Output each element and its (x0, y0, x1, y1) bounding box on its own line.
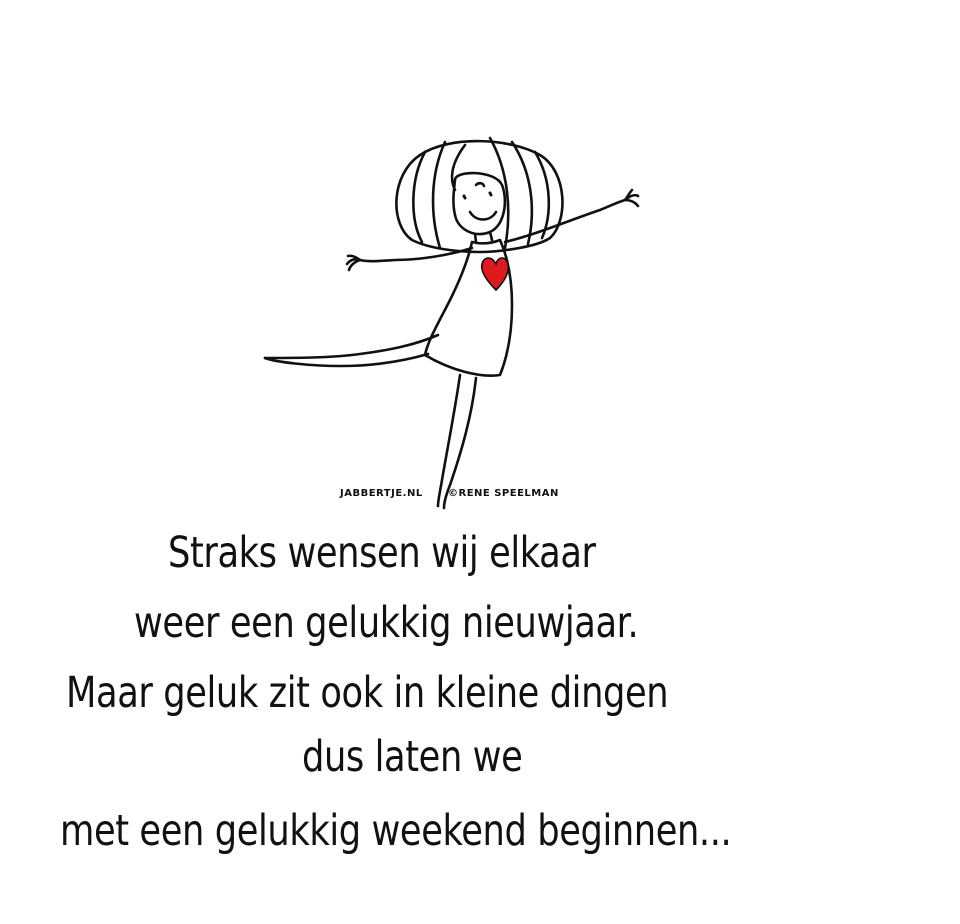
quote-line-3: Maar geluk zit ook in kleine dingen (66, 668, 669, 718)
heart-icon (480, 257, 510, 292)
dancing-girl-illustration (263, 136, 640, 510)
right-arm (503, 198, 627, 244)
site-credit: JABBERTJE.NL (340, 488, 423, 499)
quote-card: JABBERTJE.NL ©RENE SPEELMAN Straks wense… (0, 0, 960, 924)
raised-leg (263, 333, 440, 360)
quote-line-2: weer een gelukkig nieuwjaar. (134, 598, 639, 648)
quote-line-4: dus laten we (302, 732, 523, 782)
quote-line-1: Straks wensen wij elkaar (168, 528, 596, 578)
illustration-credits: JABBERTJE.NL ©RENE SPEELMAN (340, 484, 580, 506)
quote-line-5: met een gelukkig weekend beginnen... (60, 806, 732, 856)
copyright-credit: ©RENE SPEELMAN (448, 488, 559, 499)
quote-text: Straks wensen wij elkaar weer een gelukk… (0, 510, 960, 910)
